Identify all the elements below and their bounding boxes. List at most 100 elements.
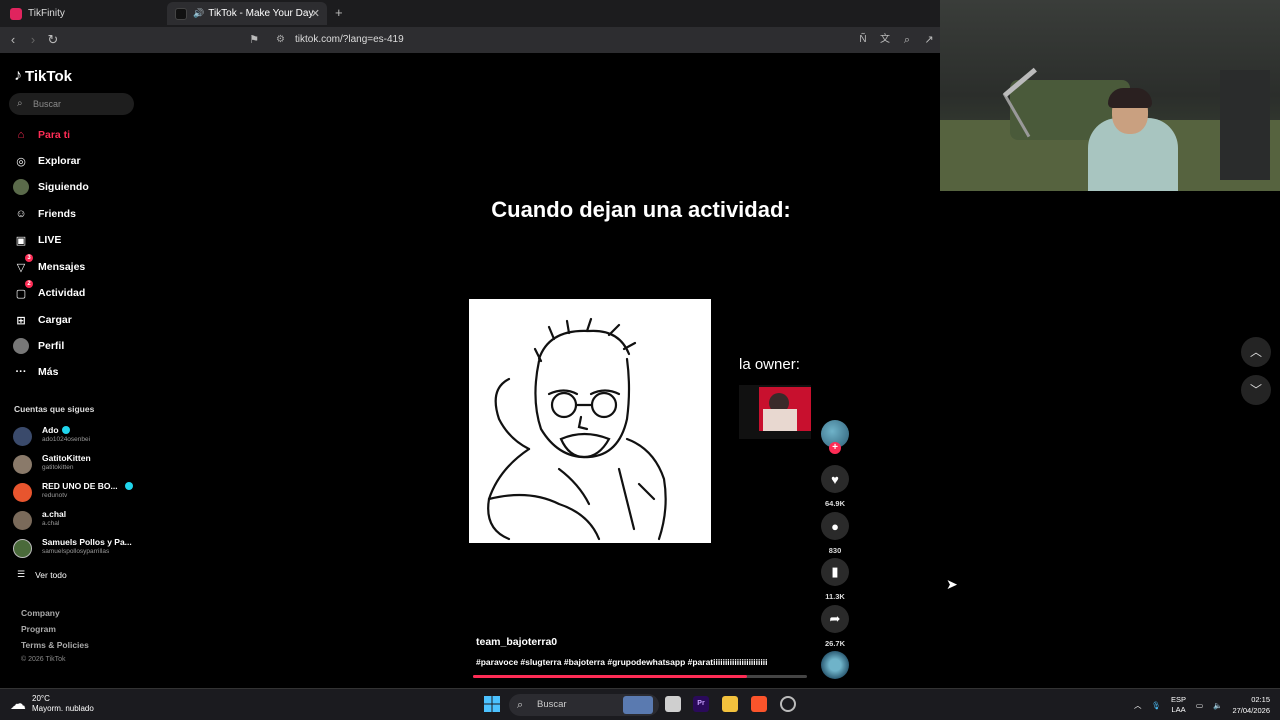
video-author[interactable]: team_bajoterra0 [476, 636, 557, 648]
messages-badge: 3 [25, 254, 33, 262]
logo-text: TikTok [25, 67, 72, 85]
footer-link-company[interactable]: Company [21, 608, 60, 618]
account-name: Ado [42, 425, 70, 435]
follow-plus-icon[interactable]: + [829, 442, 841, 454]
translate-icon[interactable]: 文 [876, 31, 894, 49]
sidebar-item-actividad[interactable]: ▢ 2 Actividad [13, 280, 86, 303]
upload-icon: ⊞ [16, 314, 26, 327]
sidebar-item-para-ti[interactable]: ⌂ Para ti [13, 125, 70, 145]
sidebar-item-mensajes[interactable]: ▽ 3 Mensajes [13, 254, 86, 277]
sidebar-item-explorar[interactable]: ◎ Explorar [13, 151, 81, 171]
followed-account-ado[interactable]: Ado ado1024osenbei [13, 425, 141, 449]
share-count: 26.7K [824, 639, 845, 648]
followed-account-samuels[interactable]: Samuels Pollos y Pa... samuelspollosypar… [13, 537, 141, 561]
sidebar-item-mas[interactable]: ··· Más [13, 362, 59, 382]
task-view-icon[interactable] [665, 696, 681, 712]
account-handle: gatitokitten [42, 464, 74, 471]
comment-count: 830 [828, 546, 842, 555]
clock-date: 27/04/2026 [1232, 706, 1270, 715]
bookmark-icon[interactable]: ⚑ [245, 31, 263, 49]
language-top: ESP [1171, 695, 1187, 704]
copyright: © 2026 TikTok [21, 656, 66, 663]
close-tab-icon[interactable]: ✕ [311, 7, 320, 20]
browser-toolbar: ‹ › ↻ ⚑ ⚙ tiktok.com/?lang=es-419 Ñ 文 ⌕ … [0, 27, 940, 53]
volume-icon[interactable]: 🔈 [1213, 701, 1222, 710]
see-all-button[interactable]: ☰ Ver todo [17, 569, 67, 580]
tiktok-sidebar: ♪ TikTok ⌕ Buscar ⌂ Para ti ◎ Explorar S… [0, 53, 145, 688]
language-indicator[interactable]: ESP LAA [1171, 695, 1186, 715]
new-tab-icon[interactable]: + [335, 5, 343, 20]
file-explorer-icon[interactable] [722, 696, 738, 712]
verified-icon [61, 426, 70, 434]
bookmark-icon: ▮ [821, 558, 849, 586]
account-name: a.chal [42, 509, 66, 519]
obs-icon[interactable] [780, 696, 796, 712]
video-player[interactable]: Cuando dejan una actividad: la owner: te… [466, 53, 811, 688]
clock[interactable]: 02:15 27/04/2026 [1232, 694, 1270, 716]
comment-button[interactable]: ● 830 [821, 512, 849, 555]
home-icon: ⌂ [17, 129, 25, 141]
search-icon: ⌕ [517, 699, 524, 711]
tab-tiktok[interactable]: 🔊 TikTok - Make Your Day ✕ [167, 2, 327, 25]
sidebar-item-friends[interactable]: ☺ Friends [13, 204, 76, 224]
like-button[interactable]: ♥ 64.9K [821, 465, 849, 508]
chevron-up-icon[interactable]: ︿ [1134, 700, 1142, 711]
forward-icon[interactable]: › [24, 31, 42, 49]
comment-icon: ● [821, 512, 849, 540]
tab-label: TikTok - Make Your Day [208, 8, 314, 19]
brave-browser-icon[interactable] [751, 696, 767, 712]
followed-account-reduno[interactable]: RED UNO DE BO... redunotv [13, 481, 141, 505]
zoom-icon[interactable]: ⌕ [898, 31, 916, 49]
premiere-icon[interactable]: Pr [693, 696, 709, 712]
tab-label: TikFinity [28, 8, 65, 19]
reload-icon[interactable]: ↻ [44, 31, 62, 49]
chevron-down-icon: ﹀ [1249, 383, 1262, 397]
search-placeholder: Buscar [33, 99, 62, 109]
following-section-title: Cuentas que sigues [14, 404, 95, 414]
tiktok-logo[interactable]: ♪ TikTok [14, 67, 72, 85]
activity-badge: 2 [25, 280, 33, 288]
heart-icon: ♥ [821, 465, 849, 493]
music-disc-icon[interactable] [821, 651, 849, 679]
nav-label: Actividad [38, 287, 86, 299]
account-handle: redunotv [42, 492, 68, 499]
friends-icon: ☺ [15, 208, 27, 220]
account-name-text: a.chal [42, 509, 67, 519]
taskbar-search[interactable]: ⌕ Buscar [509, 694, 659, 716]
footer-link-terms[interactable]: Terms & Policies [21, 640, 89, 650]
sidebar-item-cargar[interactable]: ⊞ Cargar [13, 310, 71, 330]
microphone-icon[interactable]: 🎙 [1151, 701, 1161, 710]
nav-label: Explorar [38, 155, 81, 167]
followed-account-gatitokitten[interactable]: GatitoKitten gatitokitten [13, 453, 141, 477]
nav-label: Siguiendo [38, 181, 89, 193]
next-video-button[interactable]: ﹀ [1241, 375, 1271, 405]
nav-label: Mensajes [38, 261, 86, 273]
windows-start-icon[interactable] [484, 696, 500, 712]
share-button[interactable]: ➦ 26.7K [821, 605, 849, 648]
account-name: GatitoKitten [42, 453, 91, 463]
footer-link-program[interactable]: Program [21, 624, 56, 634]
search-input[interactable]: ⌕ Buscar [9, 93, 134, 115]
back-icon[interactable]: ‹ [4, 31, 22, 49]
network-icon[interactable]: ▭ [1196, 701, 1203, 710]
sidebar-item-siguiendo[interactable]: Siguiendo [13, 177, 89, 197]
site-settings-icon[interactable]: ⚙ [276, 30, 285, 50]
avatar [13, 483, 32, 502]
video-hashtags[interactable]: #paravoce #slugterra #bajoterra #grupode… [476, 657, 796, 667]
no-tracking-icon[interactable]: Ñ [854, 31, 872, 49]
previous-video-button[interactable]: ︿ [1241, 337, 1271, 367]
weather-widget[interactable]: ☁ 20°C Mayorm. nublado [10, 694, 94, 714]
sidebar-item-perfil[interactable]: Perfil [13, 336, 64, 356]
video-progress-bar[interactable] [473, 675, 807, 678]
followed-account-achal[interactable]: a.chal a.chal [13, 509, 141, 533]
following-icon [13, 179, 29, 195]
sidebar-item-live[interactable]: ▣ LIVE [13, 230, 62, 250]
address-bar[interactable]: ⚙ tiktok.com/?lang=es-419 [268, 30, 940, 50]
tab-tikfinity[interactable]: TikFinity [2, 2, 167, 25]
video-progress-fill [473, 675, 747, 678]
share-page-icon[interactable]: ↗ [920, 31, 938, 49]
see-all-label: Ver todo [35, 569, 67, 580]
chevron-up-icon: ︿ [1249, 345, 1262, 359]
save-button[interactable]: ▮ 11.3K [821, 558, 849, 601]
nav-label: Para ti [38, 129, 71, 141]
